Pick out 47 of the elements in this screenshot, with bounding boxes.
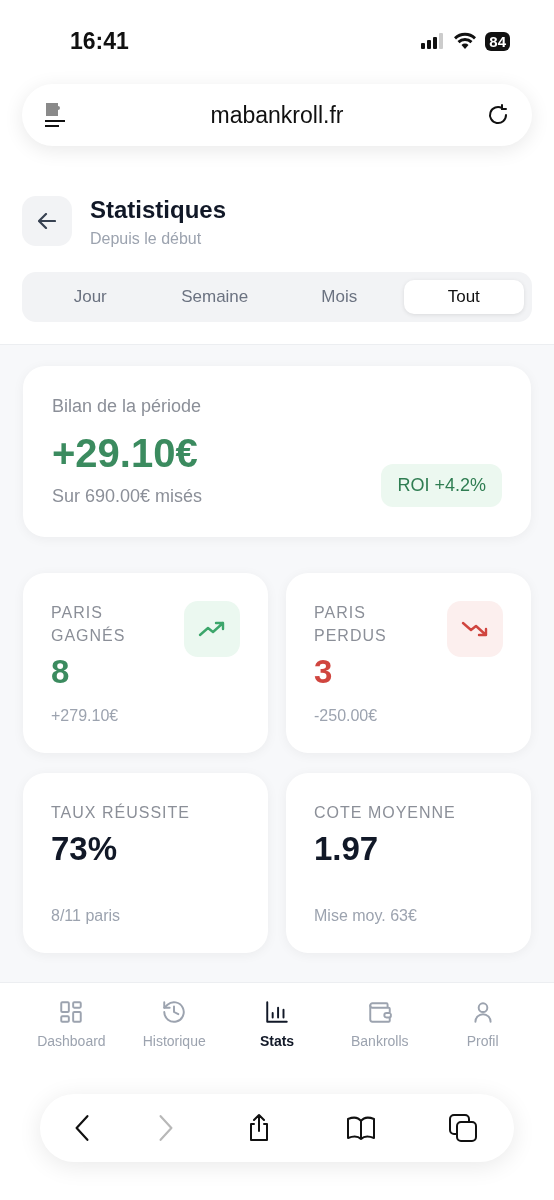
stat-detail: -250.00€ bbox=[314, 707, 379, 725]
summary-label: Bilan de la période bbox=[52, 396, 203, 417]
toolbar-button[interactable] bbox=[447, 1112, 479, 1144]
wallet-icon bbox=[366, 999, 393, 1025]
period-tab[interactable]: Semaine bbox=[154, 280, 275, 314]
stat-value: 1.97 bbox=[314, 830, 380, 868]
forward-icon bbox=[159, 1115, 173, 1141]
signal-icon bbox=[421, 33, 446, 49]
page-subtitle: Depuis le début bbox=[90, 230, 203, 248]
nav-tab[interactable]: Stats bbox=[225, 999, 329, 1055]
trend-down-icon bbox=[447, 601, 503, 657]
period-tab[interactable]: Mois bbox=[279, 280, 400, 314]
bar-chart-icon bbox=[264, 999, 290, 1025]
history-icon bbox=[161, 999, 188, 1025]
back-button[interactable] bbox=[22, 196, 72, 246]
grid-icon bbox=[58, 999, 85, 1025]
nav-tab[interactable]: Historique bbox=[122, 999, 226, 1055]
stat-label: TAUX RÉUSSITE bbox=[51, 802, 191, 823]
staked-text: Sur 690.00€ misés bbox=[52, 486, 203, 507]
stat-label: PARIS GAGNÉS bbox=[51, 603, 127, 646]
period-tab[interactable]: Jour bbox=[30, 280, 151, 314]
wifi-icon bbox=[453, 32, 478, 50]
arrow-left-icon bbox=[38, 213, 56, 229]
trend-up-icon bbox=[184, 601, 240, 657]
period-tab[interactable]: Tout bbox=[403, 280, 524, 314]
stat-detail: 8/11 paris bbox=[51, 907, 122, 925]
tabs-icon bbox=[447, 1112, 479, 1144]
reload-icon[interactable] bbox=[486, 103, 510, 127]
page-title: Statistiques bbox=[90, 196, 227, 224]
battery-level: 84 bbox=[485, 31, 510, 51]
toolbar-button[interactable] bbox=[75, 1115, 89, 1141]
extension-menu-icon[interactable] bbox=[44, 101, 68, 129]
stat-detail: Mise moy. 63€ bbox=[314, 907, 418, 925]
status-time: 16:41 bbox=[70, 27, 129, 55]
balance-amount: +29.10€ bbox=[52, 431, 199, 476]
nav-tab[interactable]: Bankrolls bbox=[328, 999, 432, 1055]
roi-badge: ROI +4.2% bbox=[381, 464, 502, 507]
stat-value: 8 bbox=[51, 653, 71, 691]
nav-tab[interactable]: Dashboard bbox=[20, 999, 123, 1055]
stat-value: 73% bbox=[51, 830, 119, 868]
url-text[interactable]: mabankroll.fr bbox=[210, 101, 344, 129]
stat-detail: +279.10€ bbox=[51, 707, 120, 725]
stat-label: PARIS PERDUS bbox=[314, 603, 388, 646]
nav-tab[interactable]: Profil bbox=[431, 999, 534, 1055]
stat-label: COTE MOYENNE bbox=[314, 803, 457, 823]
back-icon bbox=[75, 1115, 89, 1141]
stat-value: 3 bbox=[314, 653, 334, 691]
